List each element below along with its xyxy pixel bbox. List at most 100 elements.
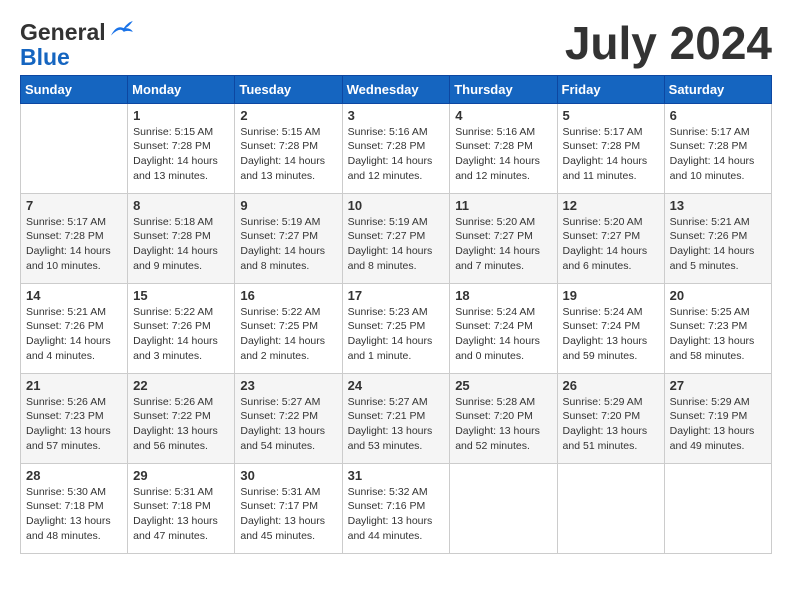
table-row: 6 Sunrise: 5:17 AM Sunset: 7:28 PM Dayli… — [664, 103, 771, 193]
sunset-text: Sunset: 7:26 PM — [26, 319, 122, 334]
sunrise-text: Sunrise: 5:25 AM — [670, 305, 766, 320]
day-number: 17 — [348, 288, 445, 303]
day-header-sunday: Sunday — [21, 75, 128, 103]
sunset-text: Sunset: 7:25 PM — [240, 319, 336, 334]
table-row: 22 Sunrise: 5:26 AM Sunset: 7:22 PM Dayl… — [128, 373, 235, 463]
sunset-text: Sunset: 7:26 PM — [133, 319, 229, 334]
sunrise-text: Sunrise: 5:29 AM — [670, 395, 766, 410]
daylight-text: Daylight: 14 hours and 1 minute. — [348, 334, 445, 363]
day-info: Sunrise: 5:17 AM Sunset: 7:28 PM Dayligh… — [670, 125, 766, 184]
daylight-text: Daylight: 13 hours and 58 minutes. — [670, 334, 766, 363]
table-row: 24 Sunrise: 5:27 AM Sunset: 7:21 PM Dayl… — [342, 373, 450, 463]
sunrise-text: Sunrise: 5:19 AM — [240, 215, 336, 230]
sunset-text: Sunset: 7:28 PM — [133, 139, 229, 154]
daylight-text: Daylight: 13 hours and 54 minutes. — [240, 424, 336, 453]
day-info: Sunrise: 5:23 AM Sunset: 7:25 PM Dayligh… — [348, 305, 445, 364]
daylight-text: Daylight: 14 hours and 9 minutes. — [133, 244, 229, 273]
daylight-text: Daylight: 14 hours and 13 minutes. — [133, 154, 229, 183]
sunrise-text: Sunrise: 5:17 AM — [563, 125, 659, 140]
day-info: Sunrise: 5:32 AM Sunset: 7:16 PM Dayligh… — [348, 485, 445, 544]
calendar: SundayMondayTuesdayWednesdayThursdayFrid… — [20, 75, 772, 554]
daylight-text: Daylight: 13 hours and 53 minutes. — [348, 424, 445, 453]
day-number: 10 — [348, 198, 445, 213]
daylight-text: Daylight: 13 hours and 44 minutes. — [348, 514, 445, 543]
day-header-tuesday: Tuesday — [235, 75, 342, 103]
sunrise-text: Sunrise: 5:21 AM — [670, 215, 766, 230]
table-row: 1 Sunrise: 5:15 AM Sunset: 7:28 PM Dayli… — [128, 103, 235, 193]
day-info: Sunrise: 5:27 AM Sunset: 7:21 PM Dayligh… — [348, 395, 445, 454]
day-info: Sunrise: 5:19 AM Sunset: 7:27 PM Dayligh… — [240, 215, 336, 274]
sunrise-text: Sunrise: 5:16 AM — [348, 125, 445, 140]
day-number: 31 — [348, 468, 445, 483]
sunrise-text: Sunrise: 5:22 AM — [240, 305, 336, 320]
sunset-text: Sunset: 7:28 PM — [348, 139, 445, 154]
table-row: 9 Sunrise: 5:19 AM Sunset: 7:27 PM Dayli… — [235, 193, 342, 283]
sunset-text: Sunset: 7:16 PM — [348, 499, 445, 514]
sunrise-text: Sunrise: 5:20 AM — [455, 215, 551, 230]
day-info: Sunrise: 5:22 AM Sunset: 7:25 PM Dayligh… — [240, 305, 336, 364]
day-number: 8 — [133, 198, 229, 213]
sunset-text: Sunset: 7:27 PM — [240, 229, 336, 244]
daylight-text: Daylight: 14 hours and 3 minutes. — [133, 334, 229, 363]
sunset-text: Sunset: 7:24 PM — [455, 319, 551, 334]
sunrise-text: Sunrise: 5:29 AM — [563, 395, 659, 410]
day-number: 1 — [133, 108, 229, 123]
day-number: 27 — [670, 378, 766, 393]
table-row: 31 Sunrise: 5:32 AM Sunset: 7:16 PM Dayl… — [342, 463, 450, 553]
table-row: 8 Sunrise: 5:18 AM Sunset: 7:28 PM Dayli… — [128, 193, 235, 283]
sunrise-text: Sunrise: 5:28 AM — [455, 395, 551, 410]
sunset-text: Sunset: 7:17 PM — [240, 499, 336, 514]
day-info: Sunrise: 5:21 AM Sunset: 7:26 PM Dayligh… — [670, 215, 766, 274]
table-row: 23 Sunrise: 5:27 AM Sunset: 7:22 PM Dayl… — [235, 373, 342, 463]
day-info: Sunrise: 5:20 AM Sunset: 7:27 PM Dayligh… — [455, 215, 551, 274]
sunset-text: Sunset: 7:21 PM — [348, 409, 445, 424]
table-row — [450, 463, 557, 553]
table-row: 13 Sunrise: 5:21 AM Sunset: 7:26 PM Dayl… — [664, 193, 771, 283]
day-info: Sunrise: 5:27 AM Sunset: 7:22 PM Dayligh… — [240, 395, 336, 454]
daylight-text: Daylight: 14 hours and 8 minutes. — [240, 244, 336, 273]
daylight-text: Daylight: 13 hours and 48 minutes. — [26, 514, 122, 543]
daylight-text: Daylight: 14 hours and 2 minutes. — [240, 334, 336, 363]
sunrise-text: Sunrise: 5:31 AM — [133, 485, 229, 500]
day-info: Sunrise: 5:15 AM Sunset: 7:28 PM Dayligh… — [240, 125, 336, 184]
table-row — [21, 103, 128, 193]
sunrise-text: Sunrise: 5:22 AM — [133, 305, 229, 320]
sunrise-text: Sunrise: 5:23 AM — [348, 305, 445, 320]
day-info: Sunrise: 5:15 AM Sunset: 7:28 PM Dayligh… — [133, 125, 229, 184]
sunrise-text: Sunrise: 5:27 AM — [240, 395, 336, 410]
day-number: 14 — [26, 288, 122, 303]
logo: General Blue — [20, 20, 134, 71]
sunrise-text: Sunrise: 5:31 AM — [240, 485, 336, 500]
day-number: 2 — [240, 108, 336, 123]
day-number: 24 — [348, 378, 445, 393]
daylight-text: Daylight: 13 hours and 56 minutes. — [133, 424, 229, 453]
table-row: 29 Sunrise: 5:31 AM Sunset: 7:18 PM Dayl… — [128, 463, 235, 553]
sunrise-text: Sunrise: 5:30 AM — [26, 485, 122, 500]
sunset-text: Sunset: 7:20 PM — [455, 409, 551, 424]
sunrise-text: Sunrise: 5:32 AM — [348, 485, 445, 500]
sunrise-text: Sunrise: 5:27 AM — [348, 395, 445, 410]
sunset-text: Sunset: 7:26 PM — [670, 229, 766, 244]
sunset-text: Sunset: 7:23 PM — [26, 409, 122, 424]
logo-bird-icon — [108, 20, 134, 40]
day-info: Sunrise: 5:24 AM Sunset: 7:24 PM Dayligh… — [455, 305, 551, 364]
table-row — [664, 463, 771, 553]
sunrise-text: Sunrise: 5:19 AM — [348, 215, 445, 230]
sunset-text: Sunset: 7:18 PM — [26, 499, 122, 514]
table-row: 16 Sunrise: 5:22 AM Sunset: 7:25 PM Dayl… — [235, 283, 342, 373]
day-info: Sunrise: 5:17 AM Sunset: 7:28 PM Dayligh… — [26, 215, 122, 274]
day-header-saturday: Saturday — [664, 75, 771, 103]
sunset-text: Sunset: 7:27 PM — [455, 229, 551, 244]
sunset-text: Sunset: 7:18 PM — [133, 499, 229, 514]
sunset-text: Sunset: 7:28 PM — [670, 139, 766, 154]
daylight-text: Daylight: 14 hours and 8 minutes. — [348, 244, 445, 273]
day-info: Sunrise: 5:28 AM Sunset: 7:20 PM Dayligh… — [455, 395, 551, 454]
day-number: 22 — [133, 378, 229, 393]
daylight-text: Daylight: 14 hours and 12 minutes. — [348, 154, 445, 183]
day-info: Sunrise: 5:25 AM Sunset: 7:23 PM Dayligh… — [670, 305, 766, 364]
sunset-text: Sunset: 7:23 PM — [670, 319, 766, 334]
daylight-text: Daylight: 14 hours and 7 minutes. — [455, 244, 551, 273]
sunrise-text: Sunrise: 5:15 AM — [240, 125, 336, 140]
day-info: Sunrise: 5:17 AM Sunset: 7:28 PM Dayligh… — [563, 125, 659, 184]
daylight-text: Daylight: 13 hours and 49 minutes. — [670, 424, 766, 453]
